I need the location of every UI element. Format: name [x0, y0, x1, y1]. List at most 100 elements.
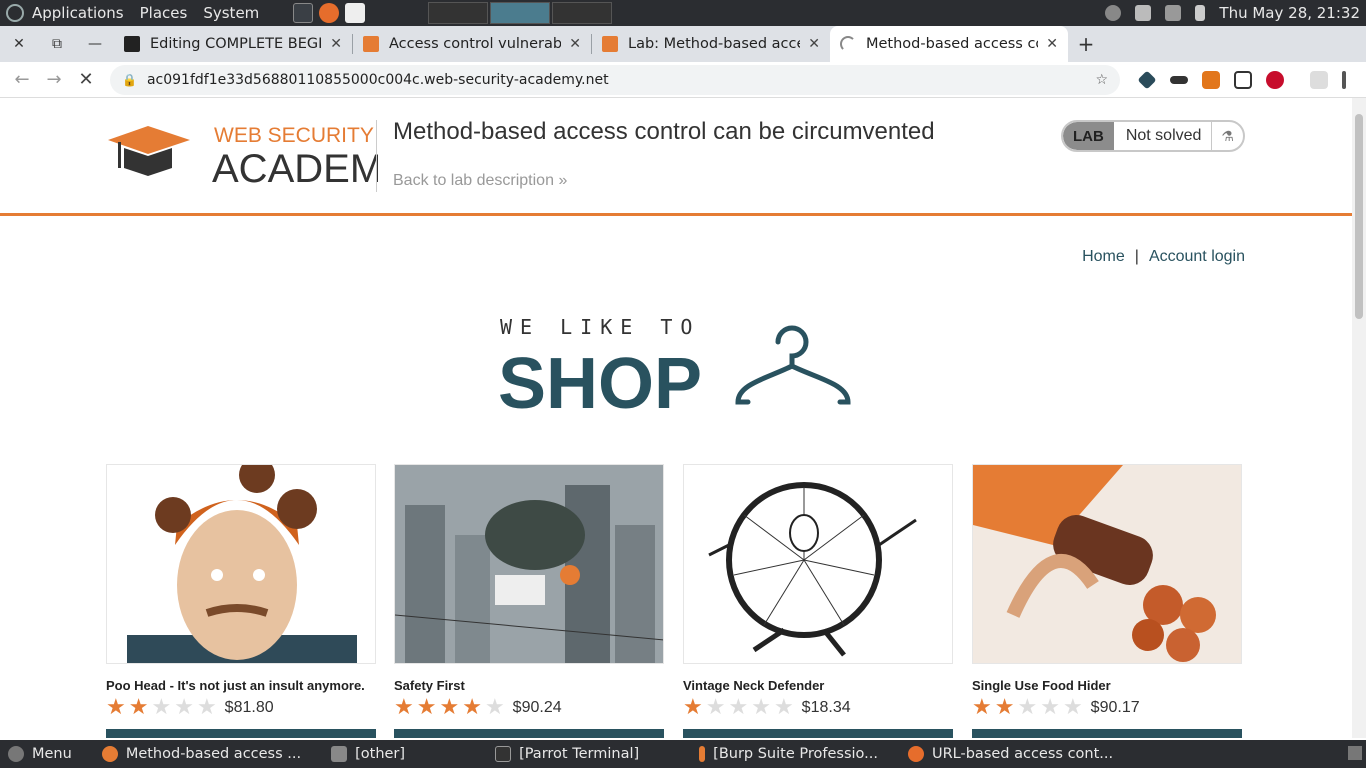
product-name: Vintage Neck Defender [683, 678, 825, 693]
star-filled-icon: ★ [416, 695, 437, 720]
taskbar-menu-label: Menu [32, 746, 72, 762]
close-tab-icon[interactable]: ✕ [330, 36, 342, 52]
page-scrollbar[interactable] [1352, 98, 1366, 738]
product-price: $90.17 [1090, 699, 1140, 716]
back-to-lab-description-link[interactable]: Back to lab description » [393, 172, 567, 190]
tab-access-control[interactable]: Access control vulnerabilit ✕ [353, 26, 591, 62]
product-name: Poo Head - It's not just an insult anymo… [106, 678, 365, 693]
account-login-link[interactable]: Account login [1149, 248, 1245, 265]
tab-title: Access control vulnerabilit [389, 36, 562, 52]
star-filled-icon: ★ [439, 695, 460, 720]
page-content: WEB SECURITY ACADEMY Method-based access… [0, 98, 1352, 738]
forward-arrow-icon[interactable]: → [38, 69, 70, 90]
view-details-button[interactable] [972, 729, 1242, 738]
metamask-fox-icon[interactable] [1202, 70, 1220, 89]
star-filled-icon: ★ [106, 695, 126, 720]
bookmark-star-icon[interactable]: ☆ [1095, 72, 1108, 88]
product-price: $81.80 [224, 699, 274, 716]
close-window-icon[interactable]: ✕ [0, 26, 38, 62]
translate-extension-icon[interactable] [1310, 70, 1328, 89]
close-tab-icon[interactable]: ✕ [808, 36, 820, 52]
tab-lab-method-based[interactable]: Lab: Method-based acces ✕ [592, 26, 830, 62]
stop-loading-icon[interactable]: ✕ [70, 69, 102, 90]
star-filled-icon: ★ [128, 695, 149, 720]
rating-stars: ★ ★ ★ ★ ★ [106, 697, 217, 719]
product-card[interactable]: Poo Head - It's not just an insult anymo… [106, 464, 376, 738]
shop-logo-word: SHOP [498, 344, 702, 416]
text-editor-launcher-icon[interactable] [345, 3, 366, 23]
new-tab-button[interactable]: + [1068, 32, 1104, 56]
taskbar-menu-button[interactable]: Menu [0, 746, 80, 762]
workspace-2[interactable] [490, 2, 550, 24]
firefox-launcher-icon[interactable] [319, 3, 340, 23]
task-label: Method-based access ... [125, 746, 302, 762]
extension-mask-icon[interactable] [1170, 75, 1188, 84]
show-desktop-icon[interactable] [1348, 746, 1362, 760]
tab-method-based-access[interactable]: Method-based access con ✕ [830, 26, 1068, 62]
burp-suite-icon [699, 746, 706, 762]
applications-menu[interactable]: Applications [32, 4, 124, 22]
shop-logo-tagline: WE LIKE TO [500, 316, 700, 339]
workspace-switcher[interactable] [428, 2, 614, 24]
chromium-icon [101, 746, 118, 762]
browser-tab-strip: ✕ ⧉ — Editing COMPLETE BEGIN ✕ Access co… [0, 26, 1366, 62]
star-empty-icon: ★ [751, 695, 771, 720]
flask-icon: ⚗ [1221, 127, 1234, 144]
taskbar-task-browser[interactable]: Method-based access ... [94, 746, 309, 762]
taskbar-task-terminal[interactable]: [Parrot Terminal] [487, 746, 647, 762]
home-link[interactable]: Home [1082, 248, 1125, 265]
star-filled-icon: ★ [683, 695, 703, 720]
product-card[interactable]: Vintage Neck Defender ★ ★ ★ ★ ★ $18.34 [683, 464, 953, 738]
portswigger-favicon-icon [602, 36, 618, 52]
star-filled-icon: ★ [994, 695, 1015, 720]
terminal-launcher-icon[interactable] [293, 3, 314, 23]
back-arrow-icon[interactable]: ← [6, 69, 38, 90]
header-divider [376, 120, 377, 192]
task-label: [Parrot Terminal] [519, 746, 640, 762]
view-details-button[interactable] [683, 729, 953, 738]
bluetooth-icon[interactable] [1105, 5, 1122, 21]
places-menu[interactable]: Places [140, 4, 188, 22]
battery-icon[interactable] [1195, 5, 1206, 21]
lock-icon[interactable]: 🔒 [122, 73, 137, 87]
view-details-button[interactable] [394, 729, 664, 738]
address-bar[interactable]: 🔒 ac091fdf1e33d56880110855000c004c.web-s… [110, 64, 1120, 95]
clock[interactable]: Thu May 28, 21:32 [1219, 4, 1360, 22]
workspace-1[interactable] [428, 2, 488, 24]
restore-window-icon[interactable]: ⧉ [38, 26, 76, 62]
minimize-window-icon[interactable]: — [76, 26, 114, 62]
scrollbar-thumb[interactable] [1355, 114, 1363, 319]
product-image-poo-head[interactable] [106, 464, 376, 664]
product-card[interactable]: Safety First ★ ★ ★ ★ ★ $90.24 [394, 464, 664, 738]
logo-text-academy: ACADEMY [212, 147, 378, 191]
rating-stars: ★ ★ ★ ★ ★ [972, 697, 1083, 719]
extension-b-icon[interactable] [1234, 70, 1252, 89]
close-tab-icon[interactable]: ✕ [569, 36, 581, 52]
web-security-academy-logo[interactable]: WEB SECURITY ACADEMY [108, 122, 378, 192]
system-menu[interactable]: System [203, 4, 259, 22]
rating-stars: ★ ★ ★ ★ ★ [683, 697, 794, 719]
product-image-single-use-food-hider[interactable] [972, 464, 1242, 664]
tab-editing[interactable]: Editing COMPLETE BEGIN ✕ [114, 26, 352, 62]
taskbar-task-burp[interactable]: [Burp Suite Professio... [691, 746, 886, 762]
url-text[interactable]: ac091fdf1e33d56880110855000c004c.web-sec… [147, 72, 1095, 88]
product-card[interactable]: Single Use Food Hider ★ ★ ★ ★ ★ $90.17 [972, 464, 1242, 738]
tab-title: Lab: Method-based acces [628, 36, 801, 52]
adblock-plus-icon[interactable] [1266, 70, 1284, 89]
product-image-vintage-neck-defender[interactable] [683, 464, 953, 664]
back-link-text[interactable]: Back to lab description [393, 172, 554, 189]
volume-icon[interactable] [1135, 5, 1152, 21]
product-price: $90.24 [512, 699, 562, 716]
product-name: Single Use Food Hider [972, 678, 1111, 693]
view-details-button[interactable] [106, 729, 376, 738]
close-tab-icon[interactable]: ✕ [1046, 36, 1058, 52]
taskbar-task-other[interactable]: [other] [323, 746, 413, 762]
network-icon[interactable] [1165, 5, 1182, 21]
taskbar-task-firefox[interactable]: URL-based access cont... [900, 746, 1121, 762]
workspace-3[interactable] [552, 2, 612, 24]
os-taskbar: Menu Method-based access ... [other] [Pa… [0, 740, 1366, 768]
extension-cube-icon[interactable] [1137, 69, 1157, 90]
parrot-logo-icon[interactable] [6, 4, 24, 22]
browser-menu-icon[interactable] [1342, 70, 1346, 89]
product-image-safety-first[interactable] [394, 464, 664, 664]
